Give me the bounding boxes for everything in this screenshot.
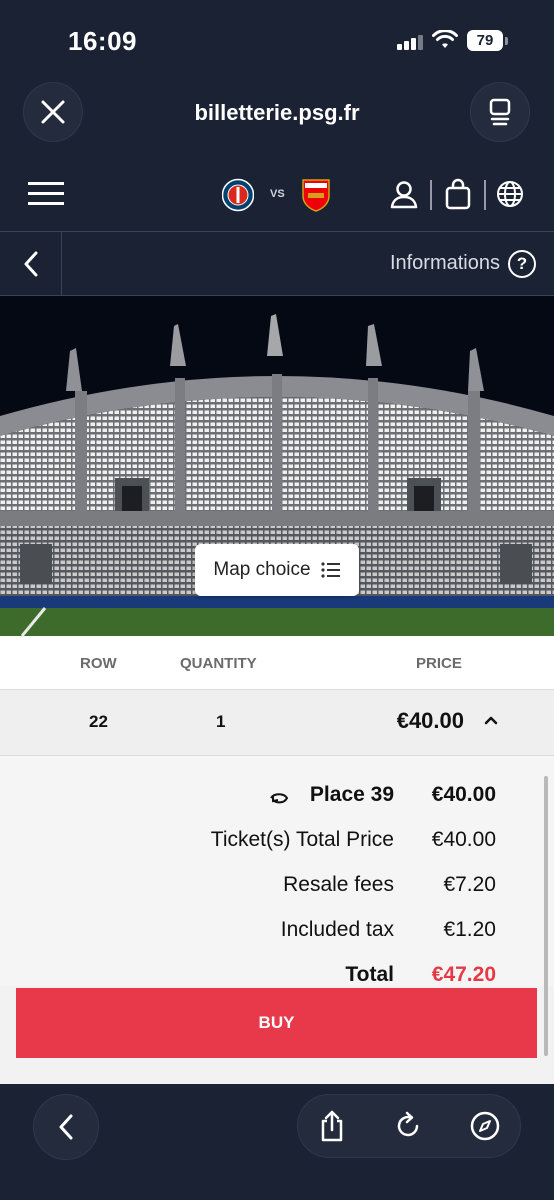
place-row: Place 39 €40.00 [0,783,554,813]
shopping-bag-icon[interactable] [442,178,474,210]
buy-button[interactable]: BUY [16,988,537,1058]
place-label: Place 39 [309,783,394,806]
header-divider [484,180,486,210]
row-number: 22 [89,712,108,731]
informations-link[interactable]: Informations [390,252,500,275]
reload-icon[interactable] [391,1109,425,1143]
ticket-total-row: Ticket(s) Total Price €40.00 [0,828,554,858]
ticket-panel: ROW QUANTITY PRICE 22 1 €40.00 Place 39 … [0,636,554,1084]
browser-url-bar: billetterie.psg.fr [0,80,554,160]
map-choice-button[interactable]: Map choice [195,544,359,596]
browser-actions-group [297,1094,521,1158]
column-row: ROW [80,655,117,672]
table-header: ROW QUANTITY PRICE [0,636,554,690]
browser-back-button[interactable] [33,1094,99,1160]
back-button[interactable] [0,232,62,296]
included-tax-value: €1.20 [443,918,496,941]
wifi-icon [432,30,458,48]
signal-icon [397,34,425,50]
clock: 16:09 [68,26,137,56]
tabs-icon [489,98,511,126]
total-value: €47.20 [431,963,496,986]
list-icon [320,562,340,578]
status-bar: 16:09 79 [0,0,554,80]
rotate-icon [270,793,289,804]
compass-icon[interactable] [468,1109,502,1143]
hamburger-menu-icon[interactable] [28,182,64,206]
globe-icon[interactable] [496,180,524,208]
arsenal-crest-icon [302,179,330,212]
versus-label: VS [270,188,285,200]
chevron-up-icon[interactable] [483,712,499,728]
resale-fees-row: Resale fees €7.20 [0,873,554,903]
sub-header: Informations ? [0,232,554,296]
total-label: Total [345,963,394,986]
user-icon[interactable] [388,178,420,210]
battery-tip [505,37,508,45]
psg-crest-icon [222,178,254,212]
battery-indicator: 79 [467,30,503,51]
column-quantity: QUANTITY [180,655,257,672]
header-divider [430,180,432,210]
browser-toolbar [0,1084,554,1200]
resale-fees-label: Resale fees [283,873,394,896]
tabs-button[interactable] [470,82,530,142]
share-icon[interactable] [315,1109,349,1143]
ticket-total-label: Ticket(s) Total Price [210,828,394,851]
scrollbar[interactable] [544,776,548,1056]
chevron-left-icon [59,1114,73,1140]
site-header: VS [0,160,554,232]
question-icon[interactable]: ? [508,250,536,278]
column-price: PRICE [416,655,462,672]
price-breakdown: Place 39 €40.00 Ticket(s) Total Price €4… [0,756,554,986]
place-price: €40.00 [431,783,496,806]
stadium-seat-view: Map choice [0,296,554,636]
map-choice-label: Map choice [213,559,311,580]
row-price: €40.00 [396,708,464,733]
row-quantity: 1 [216,712,226,731]
ticket-total-value: €40.00 [431,828,496,851]
included-tax-label: Included tax [280,918,394,941]
included-tax-row: Included tax €1.20 [0,918,554,948]
chevron-left-icon [24,251,37,277]
resale-fees-value: €7.20 [443,873,496,896]
table-row[interactable]: 22 1 €40.00 [0,690,554,756]
